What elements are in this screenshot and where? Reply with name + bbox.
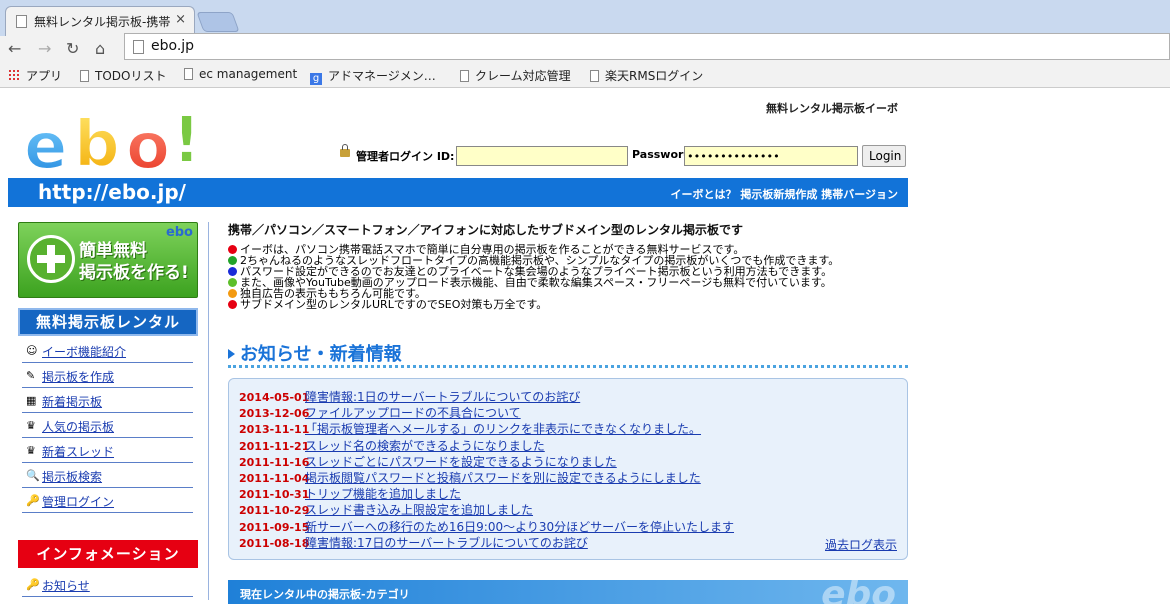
create-board-label: 簡単無料 掲示板を作る! (79, 241, 189, 283)
crown-icon: ♛ (26, 444, 36, 457)
feature-list: イーボは、パソコン携帯電話スマホで簡単に自分専用の掲示板を作ることができる無料サ… (228, 244, 908, 310)
site-url-banner[interactable]: http://ebo.jp/ (38, 180, 186, 204)
bookmark-ec-management[interactable]: ec management (184, 67, 297, 81)
news-box: 2014-05-01障害情報:1日のサーバートラブルについてのお詫び 2013-… (228, 378, 908, 560)
key-icon: 🔑 (26, 494, 40, 507)
new-tab-button[interactable] (196, 12, 240, 32)
search-icon: 🔍 (26, 469, 40, 482)
news-item: 2011-11-04掲示板閲覧パスワードと投稿パスワードを別に設定できるようにし… (239, 470, 701, 485)
page-icon (590, 70, 599, 82)
sidebar-divider (208, 222, 209, 600)
bullet-icon (228, 267, 237, 276)
news-item: 2011-09-15新サーバーへの移行のため16日9:00～より30分ほどサーバ… (239, 519, 735, 534)
close-icon[interactable]: × (175, 12, 186, 27)
reload-icon[interactable]: ↻ (66, 39, 79, 59)
bullet-icon (228, 256, 237, 265)
past-log-link[interactable]: 過去ログ表示 (825, 536, 897, 553)
plus-icon (27, 235, 75, 283)
back-arrow-icon[interactable]: ← (8, 39, 21, 59)
login-button[interactable]: Login (862, 145, 906, 167)
info-menu: 🔑 お知らせ (22, 572, 193, 597)
ebo-mini-logo: ebo (165, 225, 193, 240)
sidebar-item-new-threads[interactable]: ♛ 新着スレッド (22, 438, 193, 463)
address-url: ebo.jp (151, 38, 195, 54)
news-list: 2014-05-01障害情報:1日のサーバートラブルについてのお詫び 2013-… (239, 389, 734, 551)
bullet-icon (228, 245, 237, 254)
news-item: 2011-11-16スレッドごとにパスワードを設定できるようになりました (239, 454, 617, 469)
ebo-watermark: ebo (821, 580, 896, 604)
site-title: 無料レンタル掲示板イーボ (766, 102, 898, 115)
bookmark-ad-management[interactable]: g アドマネージメン… (310, 67, 436, 85)
bookmark-todo[interactable]: TODOリスト (80, 67, 166, 84)
tab-title: 無料レンタル掲示板-携帯 (34, 15, 171, 29)
arrow-right-icon (228, 349, 235, 359)
login-id-label: 管理者ログイン ID: (356, 150, 455, 163)
key-icon: 🔑 (26, 578, 40, 591)
address-bar[interactable]: ebo.jp (124, 33, 1170, 60)
page-icon (184, 68, 193, 80)
info-heading: インフォメーション (18, 540, 198, 568)
sidebar-item-features[interactable]: ☺ イーボ機能紹介 (22, 338, 193, 363)
page-icon (16, 15, 27, 28)
svg-text:!: ! (172, 104, 201, 178)
password-input[interactable] (684, 146, 858, 166)
news-item: 2011-10-29スレッド書き込み上限設定を追加しました (239, 503, 534, 518)
news-item: 2011-10-31トリップ機能を追加しました (239, 487, 462, 502)
news-item: 2011-11-21スレッド名の検索ができるようになりました (239, 438, 545, 453)
new-icon: ▦ (26, 394, 37, 407)
forward-arrow-icon[interactable]: → (38, 39, 51, 59)
rental-heading: 無料掲示板レンタル (18, 308, 198, 336)
rental-menu: ☺ イーボ機能紹介 ✎ 掲示板を作成 ▦ 新着掲示板 ♛ 人気の掲示板 ♛ 新着スレッド … (22, 338, 193, 513)
page-icon (460, 70, 469, 82)
feature-item: サブドメイン型のレンタルURLですのでSEO対策も万全です。 (228, 299, 908, 310)
sidebar-item-admin-login[interactable]: 🔑 管理ログイン (22, 488, 193, 513)
ebo-logo[interactable]: e b o ! (22, 98, 212, 178)
sidebar-item-news[interactable]: 🔑 お知らせ (22, 572, 193, 597)
header-nav-links[interactable]: イーボとは？ 掲示板新規作成 携帯バージョン (671, 186, 898, 202)
svg-text:b: b (74, 108, 120, 178)
news-item: 2013-11-11「掲示板管理者へメールする」のリンクを非表示にできなくなりま… (239, 422, 702, 437)
news-item: 2013-12-06ファイルアップロードの不具合について (239, 406, 521, 421)
news-heading: お知らせ・新着情報 (228, 340, 908, 368)
lock-icon (340, 144, 350, 157)
page-icon (80, 70, 89, 82)
crown-icon: ♛ (26, 419, 36, 432)
category-heading: 現在レンタル中の掲示板-カテゴリ ebo (228, 580, 908, 604)
sidebar-item-new-boards[interactable]: ▦ 新着掲示板 (22, 388, 193, 413)
smile-icon: ☺ (26, 344, 38, 357)
sidebar-item-search[interactable]: 🔍 掲示板検索 (22, 463, 193, 488)
bookmarks-bar: アプリ TODOリスト ec management g アドマネージメン… クレー… (0, 62, 1170, 88)
bookmark-rakuten-rms[interactable]: 楽天RMSログイン (590, 67, 703, 84)
google-icon: g (310, 73, 322, 85)
create-board-button[interactable]: ebo 簡単無料 掲示板を作る! (18, 222, 198, 298)
bookmark-claims[interactable]: クレーム対応管理 (460, 67, 571, 84)
web-page: e b o ! 無料レンタル掲示板イーボ 管理者ログイン ID: Passwor… (0, 88, 1170, 604)
header-banner: http://ebo.jp/ イーボとは？ 掲示板新規作成 携帯バージョン (8, 178, 908, 207)
news-item: 2011-08-18障害情報:17日のサーバートラブルについてのお詫び (239, 535, 588, 550)
lead-text: 携帯／パソコン／スマートフォン／アイフォンに対応したサブドメイン型のレンタル掲示… (228, 223, 744, 237)
login-id-input[interactable] (456, 146, 628, 166)
svg-text:o: o (126, 110, 170, 178)
bullet-icon (228, 289, 237, 298)
bullet-icon (228, 278, 237, 287)
sidebar-item-popular[interactable]: ♛ 人気の掲示板 (22, 413, 193, 438)
pencil-icon: ✎ (26, 369, 36, 382)
svg-text:e: e (24, 110, 67, 178)
tab-strip: 無料レンタル掲示板-携帯 × (0, 0, 1170, 36)
home-icon[interactable]: ⌂ (95, 39, 105, 59)
bullet-icon (228, 300, 237, 309)
apps-icon (8, 69, 20, 81)
news-item: 2014-05-01障害情報:1日のサーバートラブルについてのお詫び (239, 390, 581, 404)
bookmark-apps[interactable]: アプリ (8, 67, 62, 84)
sidebar-item-create[interactable]: ✎ 掲示板を作成 (22, 363, 193, 388)
browser-tab[interactable]: 無料レンタル掲示板-携帯 × (5, 6, 195, 36)
page-icon (133, 40, 144, 54)
